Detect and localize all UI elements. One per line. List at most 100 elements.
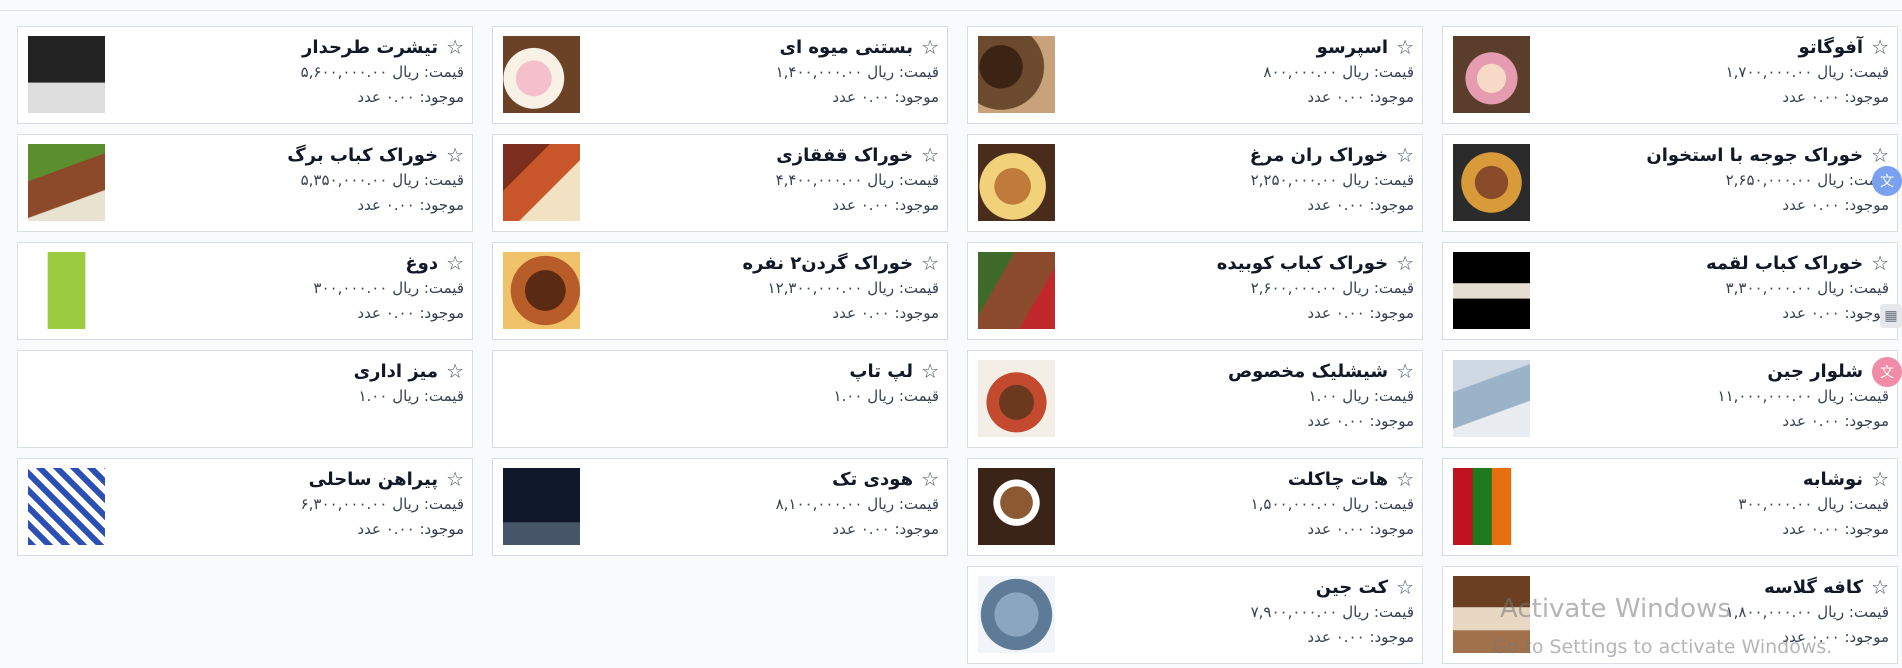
favorite-star-icon[interactable]: ☆ xyxy=(1396,469,1414,489)
product-name: پیراهن ساحلی xyxy=(308,468,439,490)
product-card[interactable]: ☆ بستنی میوه ای قیمت: ریال ۱,۴۰۰,۰۰۰.۰۰ م… xyxy=(492,26,948,124)
product-card[interactable]: ☆ پیراهن ساحلی قیمت: ریال ۶,۳۰۰,۰۰۰.۰۰ مو… xyxy=(17,458,473,556)
product-name: بستنی میوه ای xyxy=(779,36,914,58)
product-card[interactable]: ☆ خوراک گردن۲ نفره قیمت: ریال ۱۲,۳۰۰,۰۰۰.… xyxy=(492,242,948,340)
favorite-star-icon[interactable]: ☆ xyxy=(446,37,464,57)
product-stock: موجود: ۰.۰۰ عدد xyxy=(1782,88,1889,106)
product-image xyxy=(978,576,1055,653)
product-card[interactable]: ☆شلوار جین قیمت: ریال ۱۱,۰۰۰,۰۰۰.۰۰ موجو… xyxy=(1442,350,1898,448)
product-stock: موجود: ۰.۰۰ عدد xyxy=(1782,196,1889,214)
product-card[interactable]: ☆ میز اداری قیمت: ریال ۱.۰۰ xyxy=(17,350,473,448)
product-price: قیمت: ریال ۳,۳۰۰,۰۰۰.۰۰ xyxy=(1725,279,1889,297)
favorite-star-icon[interactable]: ☆ xyxy=(446,469,464,489)
product-price: قیمت: ریال ۱,۴۰۰,۰۰۰.۰۰ xyxy=(775,63,939,81)
apps-grid-icon[interactable]: ▦ xyxy=(1880,304,1902,328)
product-name: نوشابه xyxy=(1802,468,1864,490)
product-name: لپ تاپ xyxy=(849,360,914,382)
product-grid: ☆ آفوگاتو قیمت: ریال ۱,۷۰۰,۰۰۰.۰۰ موجود: … xyxy=(17,26,1898,668)
product-image xyxy=(503,36,580,113)
product-name: اسپرسو xyxy=(1316,36,1389,58)
product-name: خوراک گردن۲ نفره xyxy=(742,252,914,274)
favorite-star-icon[interactable]: ☆ xyxy=(921,37,939,57)
favorite-star-icon[interactable]: ☆ xyxy=(446,361,464,381)
translate-icon[interactable]: 文 xyxy=(1872,166,1902,196)
product-price: قیمت: ریال ۱,۷۰۰,۰۰۰.۰۰ xyxy=(1725,63,1889,81)
product-stock: موجود: ۰.۰۰ عدد xyxy=(1782,412,1889,430)
favorite-star-icon[interactable]: ☆ xyxy=(1396,253,1414,273)
product-stock: موجود: ۰.۰۰ عدد xyxy=(1782,304,1889,322)
translate-icon[interactable]: 文 xyxy=(1872,357,1902,387)
product-card[interactable]: ☆ خوراک جوجه با استخوان قیمت: ریال ۲,۶۵۰,… xyxy=(1442,134,1898,232)
product-stock: موجود: ۰.۰۰ عدد xyxy=(357,304,464,322)
product-card[interactable]: ☆ کت جین قیمت: ریال ۷,۹۰۰,۰۰۰.۰۰ موجود: ۰… xyxy=(967,566,1423,664)
product-card[interactable]: ☆ اسپرسو قیمت: ریال ۸۰۰,۰۰۰.۰۰ موجود: ۰.۰… xyxy=(967,26,1423,124)
product-price: قیمت: ریال ۳۰۰,۰۰۰.۰۰ xyxy=(313,279,464,297)
product-card[interactable]: ☆ هودی تک قیمت: ریال ۸,۱۰۰,۰۰۰.۰۰ موجود: … xyxy=(492,458,948,556)
windows-activation-subtitle: Go to Settings to activate Windows. xyxy=(1492,636,1833,658)
product-image xyxy=(1453,468,1530,545)
favorite-star-icon[interactable]: ☆ xyxy=(446,145,464,165)
product-price: قیمت: ریال ۶,۳۰۰,۰۰۰.۰۰ xyxy=(300,495,464,513)
product-image xyxy=(28,252,105,329)
product-card[interactable]: ☆ دوغ قیمت: ریال ۳۰۰,۰۰۰.۰۰ موجود: ۰.۰۰ ع… xyxy=(17,242,473,340)
favorite-star-icon[interactable]: ☆ xyxy=(921,361,939,381)
favorite-star-icon[interactable]: ☆ xyxy=(1396,577,1414,597)
product-price: قیمت: ریال ۲,۶۰۰,۰۰۰.۰۰ xyxy=(1250,279,1414,297)
favorite-star-icon[interactable]: ☆ xyxy=(1396,37,1414,57)
product-card[interactable]: ☆ آفوگاتو قیمت: ریال ۱,۷۰۰,۰۰۰.۰۰ موجود: … xyxy=(1442,26,1898,124)
product-price: قیمت: ریال ۸,۱۰۰,۰۰۰.۰۰ xyxy=(775,495,939,513)
product-card[interactable]: ☆ لپ تاپ قیمت: ریال ۱.۰۰ xyxy=(492,350,948,448)
favorite-star-icon[interactable]: ☆ xyxy=(1396,361,1414,381)
product-name: تیشرت طرحدار xyxy=(302,36,439,58)
product-stock: موجود: ۰.۰۰ عدد xyxy=(832,304,939,322)
favorite-star-icon[interactable]: ☆ xyxy=(921,145,939,165)
product-image xyxy=(28,468,105,545)
product-image xyxy=(1453,252,1530,329)
product-stock: موجود: ۰.۰۰ عدد xyxy=(1307,88,1414,106)
favorite-star-icon[interactable]: ☆ xyxy=(1871,577,1889,597)
product-card[interactable]: ☆ خوراک قفقازی قیمت: ریال ۴,۴۰۰,۰۰۰.۰۰ مو… xyxy=(492,134,948,232)
favorite-star-icon[interactable]: ☆ xyxy=(1871,469,1889,489)
favorite-star-icon[interactable]: ☆ xyxy=(446,253,464,273)
product-price: قیمت: ریال ۱.۰۰ xyxy=(358,387,464,405)
product-card[interactable]: ☆ خوراک کباب برگ قیمت: ریال ۵,۳۵۰,۰۰۰.۰۰ … xyxy=(17,134,473,232)
product-image xyxy=(28,144,105,221)
product-price: قیمت: ریال ۳۰۰,۰۰۰.۰۰ xyxy=(1738,495,1889,513)
product-price: قیمت: ریال ۴,۴۰۰,۰۰۰.۰۰ xyxy=(775,171,939,189)
favorite-star-icon[interactable]: ☆ xyxy=(1396,145,1414,165)
product-stock: موجود: ۰.۰۰ عدد xyxy=(1782,520,1889,538)
product-image xyxy=(503,468,580,545)
product-card[interactable]: ☆ نوشابه قیمت: ریال ۳۰۰,۰۰۰.۰۰ موجود: ۰.۰… xyxy=(1442,458,1898,556)
product-price: قیمت: ریال ۱,۵۰۰,۰۰۰.۰۰ xyxy=(1250,495,1414,513)
product-price: قیمت: ریال ۲,۶۵۰,۰۰۰.۰۰ xyxy=(1725,171,1889,189)
product-price: قیمت: ریال ۱.۰۰ xyxy=(1308,387,1414,405)
product-card[interactable]: ☆ شیشلیک مخصوص قیمت: ریال ۱.۰۰ موجود: ۰.۰… xyxy=(967,350,1423,448)
favorite-star-icon[interactable]: ☆ xyxy=(1871,37,1889,57)
product-stock: موجود: ۰.۰۰ عدد xyxy=(832,520,939,538)
favorite-star-icon[interactable]: ☆ xyxy=(1871,145,1889,165)
product-image xyxy=(503,144,580,221)
product-card[interactable]: ☆ خوراک ران مرغ قیمت: ریال ۲,۲۵۰,۰۰۰.۰۰ م… xyxy=(967,134,1423,232)
product-name: خوراک کباب لقمه xyxy=(1705,252,1864,274)
product-card[interactable]: ☆ خوراک کباب لقمه قیمت: ریال ۳,۳۰۰,۰۰۰.۰۰… xyxy=(1442,242,1898,340)
product-image xyxy=(978,360,1055,437)
product-name: کافه گلاسه xyxy=(1764,576,1864,598)
product-stock: موجود: ۰.۰۰ عدد xyxy=(357,88,464,106)
product-stock: موجود: ۰.۰۰ عدد xyxy=(1307,412,1414,430)
product-name: شلوار جین xyxy=(1767,360,1864,382)
product-price: قیمت: ریال ۵,۳۵۰,۰۰۰.۰۰ xyxy=(300,171,464,189)
product-price: قیمت: ریال ۱۲,۳۰۰,۰۰۰.۰۰ xyxy=(767,279,939,297)
header-divider xyxy=(0,10,1902,11)
product-stock: موجود: ۰.۰۰ عدد xyxy=(1307,304,1414,322)
product-image xyxy=(1453,360,1530,437)
product-card[interactable]: ☆ هات چاکلت قیمت: ریال ۱,۵۰۰,۰۰۰.۰۰ موجود… xyxy=(967,458,1423,556)
product-name: خوراک قفقازی xyxy=(776,144,914,166)
favorite-star-icon[interactable]: ☆ xyxy=(921,253,939,273)
product-name: خوراک کباب کوبیده xyxy=(1216,252,1389,274)
favorite-star-icon[interactable]: ☆ xyxy=(921,469,939,489)
product-image xyxy=(1453,36,1530,113)
product-stock: موجود: ۰.۰۰ عدد xyxy=(357,520,464,538)
favorite-star-icon[interactable]: ☆ xyxy=(1871,253,1889,273)
product-card[interactable]: ☆ تیشرت طرحدار قیمت: ریال ۵,۶۰۰,۰۰۰.۰۰ مو… xyxy=(17,26,473,124)
product-card[interactable]: ☆ خوراک کباب کوبیده قیمت: ریال ۲,۶۰۰,۰۰۰.… xyxy=(967,242,1423,340)
